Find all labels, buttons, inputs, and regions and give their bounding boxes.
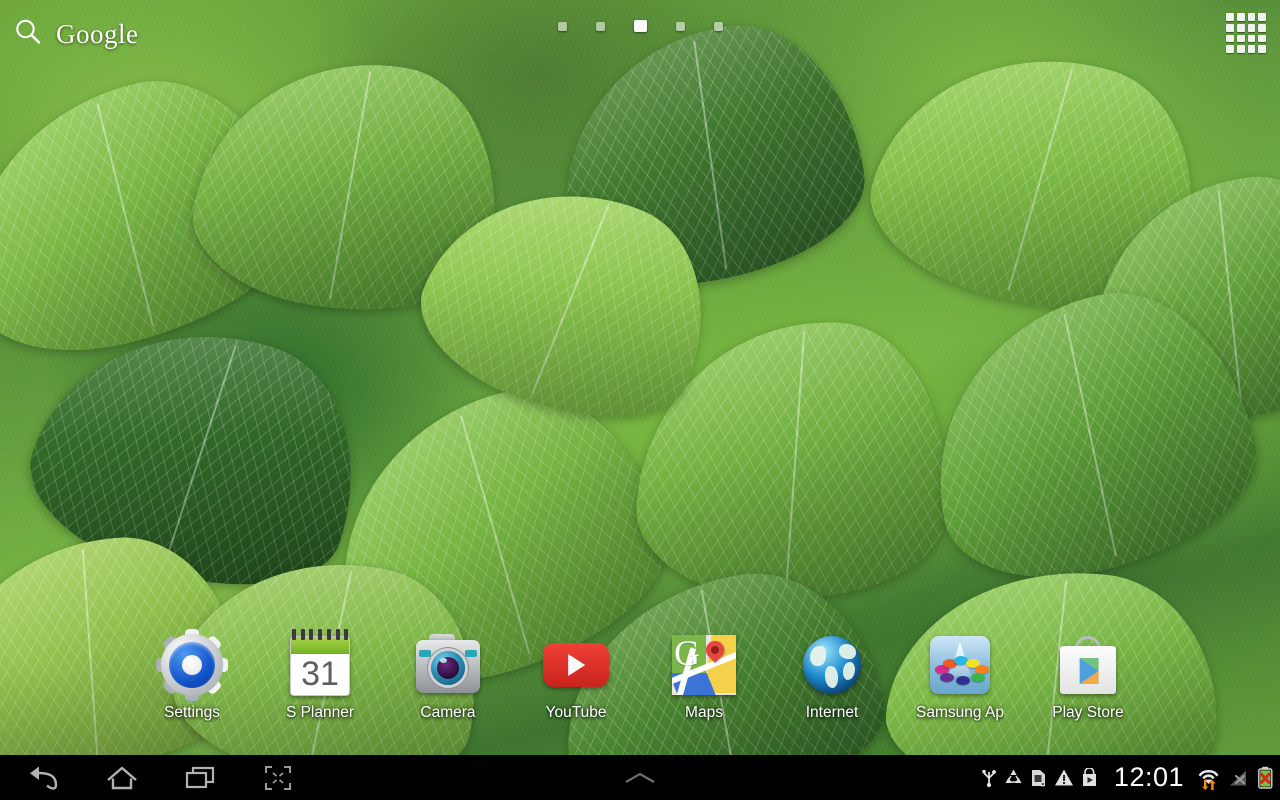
dock: Settings 31 S Planner Camera YouTube G M…	[0, 629, 1280, 737]
dock-item-settings[interactable]: Settings	[128, 629, 256, 722]
home-screen: Google Settings 31 S Planner Camera YouT…	[0, 0, 1280, 800]
page-indicator	[0, 20, 1280, 32]
chevron-up-icon	[625, 772, 655, 783]
youtube-icon[interactable]	[543, 632, 609, 698]
apps-grid-icon[interactable]	[1226, 13, 1266, 53]
dock-label: S Planner	[285, 704, 355, 721]
usb-icon	[981, 768, 997, 788]
play-store-icon[interactable]	[1055, 632, 1121, 698]
dock-item-samsung-apps[interactable]: Samsung Ap	[896, 632, 1024, 722]
maps-icon[interactable]: G	[671, 632, 737, 698]
page-dot-4[interactable]	[675, 21, 685, 31]
dock-item-internet[interactable]: Internet	[768, 632, 896, 722]
dock-label: Samsung Ap	[916, 704, 1004, 721]
status-clock: 12:01	[1113, 762, 1184, 792]
dock-item-s-planner[interactable]: 31 S Planner	[256, 629, 384, 722]
recycle-icon	[1004, 768, 1023, 787]
camera-icon[interactable]	[415, 632, 481, 698]
calendar-rings	[287, 629, 353, 640]
navigation-bar: 12:01	[0, 755, 1280, 800]
dock-item-maps[interactable]: G Maps	[640, 632, 768, 722]
page-dot-5[interactable]	[713, 21, 723, 31]
calendar-day: 31	[301, 654, 339, 693]
status-area[interactable]: 12:01	[981, 762, 1274, 793]
dock-item-play-store[interactable]: Play Store	[1024, 632, 1152, 722]
globe-icon[interactable]	[799, 632, 865, 698]
page-dot-3-active[interactable]	[633, 20, 647, 32]
settings-gear-icon[interactable]	[156, 629, 228, 701]
dock-label: Play Store	[1052, 704, 1124, 721]
samsung-apps-icon[interactable]	[927, 632, 993, 698]
battery-error-icon	[1257, 766, 1274, 789]
warning-icon	[1054, 768, 1074, 787]
sd-card-alert-icon	[1030, 768, 1047, 788]
page-dot-2[interactable]	[595, 21, 605, 31]
dock-label: Internet	[805, 704, 859, 721]
dock-label: YouTube	[545, 704, 607, 721]
play-store-notification-icon	[1081, 767, 1098, 788]
maps-g-glyph: G	[674, 635, 700, 673]
dock-label: Settings	[163, 704, 220, 721]
dock-label: Maps	[685, 704, 723, 721]
dock-item-camera[interactable]: Camera	[384, 632, 512, 722]
dock-item-youtube[interactable]: YouTube	[512, 632, 640, 722]
calendar-icon[interactable]: 31	[287, 629, 353, 698]
page-dot-1[interactable]	[557, 21, 567, 31]
signal-off-icon	[1228, 768, 1250, 788]
wifi-icon[interactable]	[1197, 766, 1221, 790]
dock-label: Camera	[420, 704, 476, 721]
